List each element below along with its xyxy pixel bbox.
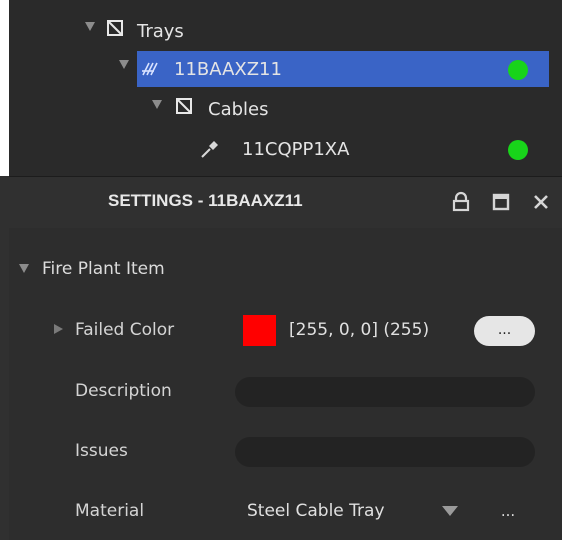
close-icon[interactable] xyxy=(530,191,552,213)
settings-header: SETTINGS - 11BAAXZ11 xyxy=(0,176,562,228)
status-ok-indicator xyxy=(508,60,528,80)
property-failed-color: Failed Color [255, 0, 0] (255) ... xyxy=(9,309,562,353)
color-picker-button[interactable]: ... xyxy=(474,316,535,346)
color-swatch[interactable] xyxy=(243,315,276,346)
expand-arrow-icon[interactable] xyxy=(54,324,63,334)
tree-item-label: 11CQPP1XA xyxy=(242,139,350,160)
cable-tray-icon xyxy=(142,62,158,76)
model-tree: Trays 11BAAXZ11 Cables 11CQPP1XA xyxy=(9,0,562,176)
chevron-down-icon[interactable] xyxy=(442,506,458,516)
description-field[interactable] xyxy=(235,377,535,407)
property-material: Material Steel Cable Tray ... xyxy=(9,490,562,534)
folder-icon xyxy=(107,20,123,36)
tree-item-label: 11BAAXZ11 xyxy=(174,59,282,80)
section-fire-plant-item[interactable]: Fire Plant Item xyxy=(9,255,562,285)
tree-item-cables[interactable]: Cables xyxy=(9,91,562,129)
property-label: Issues xyxy=(75,441,128,461)
maximize-icon[interactable] xyxy=(490,191,512,213)
panel-edge xyxy=(0,176,9,540)
property-label: Material xyxy=(75,501,145,521)
lock-icon[interactable] xyxy=(450,191,472,213)
property-label: Failed Color xyxy=(75,320,175,340)
tree-item-label: Trays xyxy=(137,21,184,42)
property-label: Description xyxy=(75,381,172,401)
collapse-arrow-icon[interactable] xyxy=(19,264,29,273)
expand-arrow-icon[interactable] xyxy=(85,22,95,31)
issues-field[interactable] xyxy=(235,437,535,467)
tree-item-label: Cables xyxy=(208,99,269,120)
cable-icon xyxy=(201,141,218,158)
property-description: Description xyxy=(9,370,562,414)
material-select-value[interactable]: Steel Cable Tray xyxy=(247,501,385,521)
app-window: Trays 11BAAXZ11 Cables 11CQPP1XA SETTING… xyxy=(0,0,562,540)
status-ok-indicator xyxy=(508,140,528,160)
tree-item-11cqpp1xa[interactable]: 11CQPP1XA xyxy=(9,131,562,169)
color-value: [255, 0, 0] (255) xyxy=(289,320,430,340)
property-issues: Issues xyxy=(9,430,562,474)
section-label: Fire Plant Item xyxy=(42,259,165,279)
expand-arrow-icon[interactable] xyxy=(152,100,162,109)
tree-item-11baaxz11[interactable]: 11BAAXZ11 xyxy=(9,51,562,89)
settings-body: Fire Plant Item Failed Color [255, 0, 0]… xyxy=(9,228,562,540)
tree-item-trays[interactable]: Trays xyxy=(9,13,562,51)
material-more-button[interactable]: ... xyxy=(493,500,523,524)
settings-title: SETTINGS - 11BAAXZ11 xyxy=(108,191,303,210)
expand-arrow-icon[interactable] xyxy=(119,60,129,69)
folder-icon xyxy=(176,98,192,114)
